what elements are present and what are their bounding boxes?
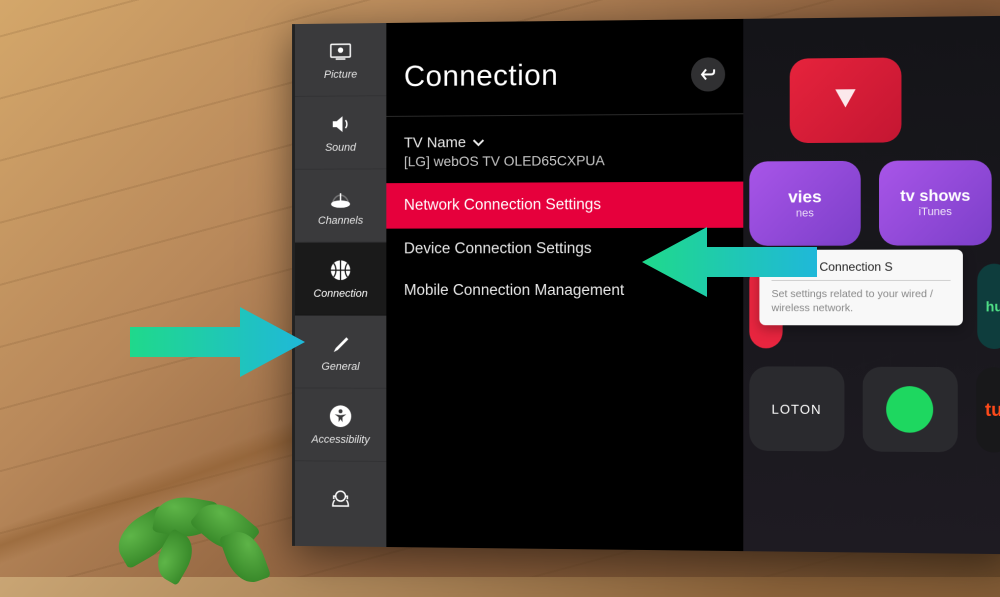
connection-icon <box>326 257 355 283</box>
app-sublabel: iTunes <box>919 206 952 218</box>
app-tile-spotify[interactable] <box>862 367 958 452</box>
sidebar-item-picture[interactable]: Picture <box>295 23 386 97</box>
tooltip-title: Network Connection S <box>772 260 951 281</box>
menu-item-mobile-connection[interactable]: Mobile Connection Management <box>404 270 725 312</box>
support-icon <box>326 485 355 511</box>
sidebar-label: Connection <box>314 288 368 300</box>
panel-body: TV Name [LG] webOS TV OLED65CXPUA Networ… <box>386 113 743 312</box>
app-tile-hulu[interactable]: hu <box>978 264 1000 349</box>
picture-icon <box>326 38 355 64</box>
sidebar-label: Channels <box>318 215 363 227</box>
app-label: hu <box>986 298 1000 314</box>
tooltip-popup: Network Connection S Set settings relate… <box>759 250 962 326</box>
sidebar-item-accessibility[interactable]: Accessibility <box>295 388 386 462</box>
channels-icon <box>326 184 355 210</box>
sidebar-label: Sound <box>325 142 356 154</box>
back-icon <box>699 66 717 82</box>
app-tile-movies[interactable]: vies nes <box>749 161 860 246</box>
sound-icon <box>326 111 355 137</box>
sidebar-item-sound[interactable]: Sound <box>295 96 386 170</box>
menu-item-label: Device Connection Settings <box>404 240 592 257</box>
sidebar-item-connection[interactable]: Connection <box>295 242 386 315</box>
sidebar-item-general[interactable]: General <box>295 316 386 389</box>
app-label: tv shows <box>900 188 970 206</box>
tv-name-label: TV Name <box>404 134 466 151</box>
settings-sidebar: Picture Sound Channels Connection Genera… <box>295 23 386 547</box>
general-icon <box>326 330 355 356</box>
app-tile-peloton[interactable]: LOTON <box>749 366 844 451</box>
back-button[interactable] <box>691 57 725 91</box>
plant-decoration <box>95 457 315 597</box>
menu-item-label: Mobile Connection Management <box>404 282 624 299</box>
spotify-icon <box>886 386 933 433</box>
app-sublabel: nes <box>796 207 814 219</box>
tv-name-row[interactable]: TV Name <box>404 132 725 151</box>
app-label: vies <box>788 187 822 207</box>
accessibility-icon <box>326 403 355 429</box>
panel-header: Connection <box>386 57 743 116</box>
sidebar-item-support[interactable] <box>295 461 386 535</box>
menu-item-device-connection[interactable]: Device Connection Settings <box>404 228 725 270</box>
settings-panel: Connection TV Name [LG] webOS TV OLED65C… <box>386 19 743 551</box>
app-label: LOTON <box>771 401 821 416</box>
chevron-down-icon <box>472 138 486 148</box>
menu-item-label: Network Connection Settings <box>404 196 601 214</box>
sidebar-label: Picture <box>324 69 357 81</box>
app-tile[interactable] <box>790 57 902 143</box>
panel-title: Connection <box>404 59 558 94</box>
sidebar-label: General <box>322 361 360 373</box>
tooltip-description: Set settings related to your wired / wir… <box>772 287 951 316</box>
sidebar-label: Accessibility <box>311 434 369 446</box>
app-tile-tvshows[interactable]: tv shows iTunes <box>879 160 992 245</box>
app-tile-tubi[interactable]: tu <box>976 367 1000 452</box>
sidebar-item-channels[interactable]: Channels <box>295 169 386 242</box>
menu-item-network-connection[interactable]: Network Connection Settings <box>386 182 743 229</box>
tv-screen: vies nes tv shows iTunes F hu LOTON tu <box>292 16 1000 554</box>
tv-name-value: [LG] webOS TV OLED65CXPUA <box>404 152 725 170</box>
app-label: tu <box>985 399 1000 420</box>
